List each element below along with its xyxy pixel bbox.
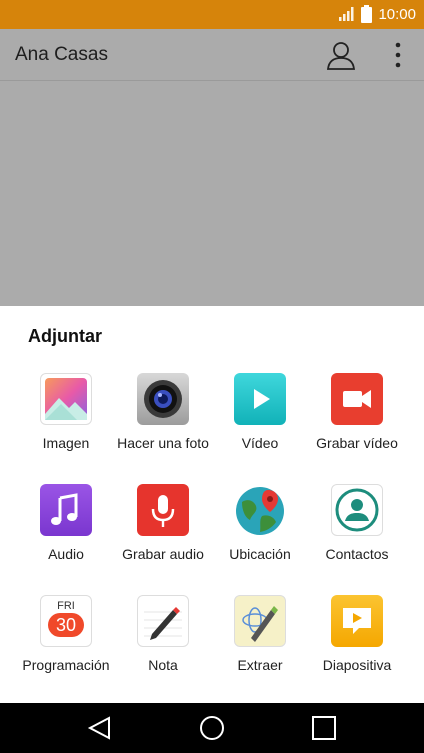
- attach-sketch[interactable]: Extraer: [207, 595, 313, 675]
- calendar-day: FRI: [57, 600, 75, 612]
- camera-icon: [137, 373, 189, 425]
- attach-label: Extraer: [237, 657, 283, 673]
- recents-icon[interactable]: [311, 715, 337, 741]
- attach-location[interactable]: Ubicación: [207, 484, 313, 564]
- attach-slideshow[interactable]: Diapositiva: [304, 595, 410, 675]
- signal-icon: [339, 7, 354, 21]
- attach-label: Imagen: [42, 435, 90, 451]
- attach-schedule[interactable]: FRI 30 Programación: [13, 595, 119, 675]
- attach-label: Diapositiva: [322, 657, 392, 673]
- attach-label: Vídeo: [241, 435, 279, 451]
- attach-label: Nota: [148, 657, 178, 673]
- calendar-date: 30: [48, 613, 84, 637]
- attach-record-audio[interactable]: Grabar audio: [110, 484, 216, 564]
- attach-label: Ubicación: [229, 546, 291, 562]
- attach-label: Grabar audio: [122, 546, 204, 562]
- status-icons: 10:00: [338, 5, 416, 23]
- battery-icon: [361, 5, 373, 23]
- attach-label: Hacer una foto: [117, 435, 209, 451]
- gallery-icon: [40, 373, 92, 425]
- clock: 10:00: [378, 5, 416, 23]
- attach-image[interactable]: Imagen: [13, 373, 119, 453]
- attach-label: Grabar vídeo: [316, 435, 398, 451]
- attach-label: Audio: [48, 546, 84, 562]
- person-icon[interactable]: [325, 39, 357, 71]
- sketch-icon: [234, 595, 286, 647]
- contact-icon: [331, 484, 383, 536]
- calendar-icon: FRI 30: [40, 595, 92, 647]
- status-bar: 10:00: [0, 0, 424, 29]
- attach-sheet: Adjuntar Imagen Hacer una foto Vídeo Gra…: [0, 306, 424, 703]
- attach-label: Contactos: [325, 546, 389, 562]
- sheet-title: Adjuntar: [28, 326, 102, 346]
- attach-label: Programación: [22, 657, 110, 673]
- video-play-icon: [234, 373, 286, 425]
- slideshow-icon: [331, 595, 383, 647]
- home-icon[interactable]: [199, 715, 225, 741]
- attach-contacts[interactable]: Contactos: [304, 484, 410, 564]
- dimmed-background[interactable]: [0, 81, 424, 306]
- globe-pin-icon: [234, 484, 286, 536]
- attach-audio[interactable]: Audio: [13, 484, 119, 564]
- microphone-icon: [137, 484, 189, 536]
- attach-record-video[interactable]: Grabar vídeo: [304, 373, 410, 453]
- attach-take-photo[interactable]: Hacer una foto: [110, 373, 216, 453]
- navigation-bar: [0, 703, 424, 753]
- contact-name-title: Ana Casas: [15, 44, 108, 65]
- video-record-icon: [331, 373, 383, 425]
- attach-note[interactable]: Nota: [110, 595, 216, 675]
- note-pen-icon: [137, 595, 189, 647]
- attach-video[interactable]: Vídeo: [207, 373, 313, 453]
- music-note-icon: [40, 484, 92, 536]
- more-vert-icon[interactable]: [388, 41, 408, 69]
- back-icon[interactable]: [87, 715, 113, 741]
- app-bar: Ana Casas: [0, 29, 424, 81]
